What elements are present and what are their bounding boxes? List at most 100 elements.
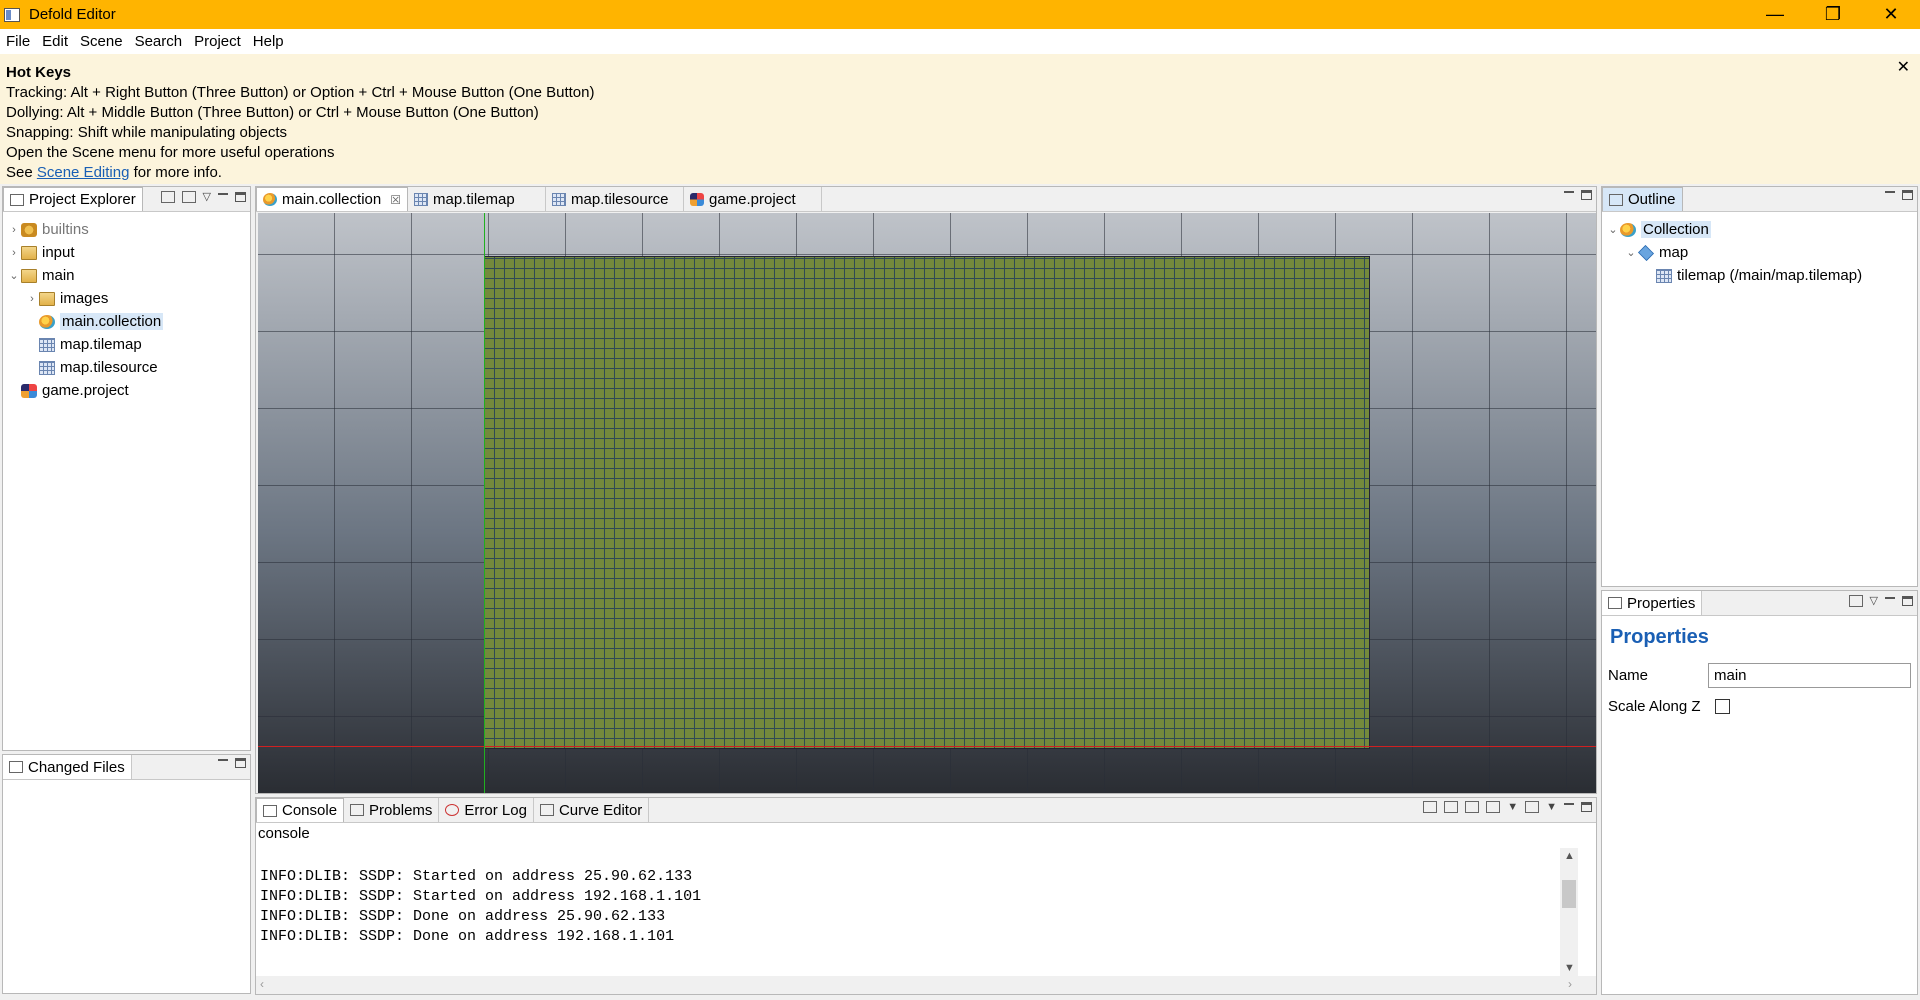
view-menu-icon[interactable]: ▽ [203,190,211,203]
tree-item-label: Collection [1641,221,1711,238]
tree-item[interactable]: map.tilemap [3,333,250,356]
tab-properties[interactable]: Properties [1602,591,1703,615]
collapse-all-icon[interactable] [160,190,175,203]
editor-tab-label: map.tilemap [432,190,515,208]
project-icon [21,383,37,398]
chevron-right-icon[interactable]: › [7,247,21,259]
tree-item[interactable]: › builtins [3,218,250,241]
menu-bar: File Edit Scene Search Project Help [0,29,1920,54]
minimize-panel-icon[interactable] [218,192,228,195]
maximize-panel-icon[interactable] [1581,190,1592,200]
tab-outline[interactable]: Outline [1602,187,1683,211]
console-tab[interactable]: Problems [344,798,440,822]
title-bar: Defold Editor — ❐ ✕ [0,0,1920,29]
pin-properties-icon[interactable] [1848,594,1863,607]
editor-tab[interactable]: map.tilemap [407,187,546,211]
console-horizontal-scrollbar[interactable]: ‹ › [256,976,1596,994]
outline-label: Outline [1628,191,1676,208]
console-output[interactable]: INFO:DLIB: SSDP: Started on address 25.9… [260,867,701,947]
console-tab[interactable]: Console [256,798,345,822]
scroll-right-icon[interactable]: › [1568,977,1572,991]
open-console-icon[interactable] [1525,801,1540,813]
minimize-panel-icon[interactable] [1564,803,1574,805]
minimize-panel-icon[interactable] [1885,191,1895,193]
console-tab[interactable]: Error Log [439,798,534,822]
editor-tab[interactable]: map.tilesource [545,187,684,211]
close-window-button[interactable]: ✕ [1862,0,1920,29]
minimize-panel-icon[interactable] [1564,191,1574,193]
menu-search[interactable]: Search [135,33,183,50]
console-vertical-scrollbar[interactable]: ▲ ▼ [1560,848,1578,976]
scene-editing-link[interactable]: Scene Editing [37,164,130,181]
hotkeys-title: Hot Keys [6,64,72,81]
tree-item[interactable]: tilemap (/main/map.tilemap) [1602,264,1917,287]
maximize-panel-icon[interactable] [1902,190,1913,200]
scale-along-z-checkbox[interactable] [1714,699,1730,714]
tree-item[interactable]: main.collection [3,310,250,333]
menu-edit[interactable]: Edit [42,33,68,50]
chevron-down-icon[interactable]: ⌄ [1624,246,1638,259]
tree-item[interactable]: › input [3,241,250,264]
view-menu-icon[interactable]: ▽ [1870,594,1878,607]
display-console-icon[interactable] [1486,801,1501,813]
scroll-lock-icon[interactable] [1444,801,1459,813]
maximize-panel-icon[interactable] [1902,595,1913,606]
tree-item-label: builtins [42,221,89,238]
chevron-right-icon[interactable]: › [7,224,21,236]
tilemap-render[interactable] [484,256,1370,749]
scale-along-z-label: Scale Along Z [1608,698,1701,715]
menu-help[interactable]: Help [253,33,284,50]
editor-tab[interactable]: main.collection ☒ [256,187,408,211]
close-hotkeys-button[interactable]: ✕ [1897,58,1910,78]
open-console-dropdown-icon[interactable]: ▼ [1546,801,1557,813]
menu-project[interactable]: Project [194,33,241,50]
console-tab[interactable]: Curve Editor [533,798,650,822]
menu-file[interactable]: File [6,33,30,50]
tree-item[interactable]: game.project [3,379,250,402]
minimize-panel-icon[interactable] [1885,596,1895,599]
console-line: INFO:DLIB: SSDP: Started on address 25.9… [260,868,693,885]
tree-item[interactable]: ⌄ main [3,264,250,287]
project-explorer-panel: Project Explorer ▽ › builtins › input ⌄ main ›… [2,186,251,751]
clear-console-icon[interactable] [1423,801,1438,813]
tree-item-label: map.tilesource [60,359,158,376]
link-editor-icon[interactable] [181,190,196,203]
scroll-thumb[interactable] [1562,880,1576,908]
close-tab-icon[interactable]: ☒ [390,193,401,207]
tree-item-label: images [60,290,109,307]
name-label: Name [1608,667,1649,684]
minimize-panel-icon[interactable] [218,759,228,761]
collection-icon [39,314,55,329]
scene-editor-panel: main.collection ☒ map.tilemap map.tilesourc… [255,186,1597,794]
chevron-down-icon[interactable]: ⌄ [1606,223,1620,236]
tree-item[interactable]: map.tilesource [3,356,250,379]
maximize-panel-icon[interactable] [235,191,246,202]
scroll-left-icon[interactable]: ‹ [260,977,264,991]
editor-tab-label: map.tilesource [570,190,669,208]
maximize-panel-icon[interactable] [235,758,246,768]
console-tab-label: Error Log [464,801,527,819]
tree-item[interactable]: › images [3,287,250,310]
scroll-down-icon[interactable]: ▼ [1564,962,1575,974]
name-input[interactable] [1708,663,1911,688]
chevron-right-icon[interactable]: › [25,293,39,305]
restore-button[interactable]: ❐ [1804,0,1862,29]
console-tab-label: Problems [369,801,433,819]
tree-item-label: map.tilemap [60,336,142,353]
tab-changed-files[interactable]: Changed Files [3,755,132,779]
editor-tab[interactable]: game.project [683,187,822,211]
pin-console-icon[interactable] [1465,801,1480,813]
console-tab-label: Curve Editor [558,801,643,819]
maximize-panel-icon[interactable] [1581,802,1592,812]
properties-heading: Properties [1610,626,1709,648]
scroll-up-icon[interactable]: ▲ [1564,850,1575,862]
display-dropdown-icon[interactable]: ▼ [1507,801,1518,813]
tab-project-explorer[interactable]: Project Explorer [3,187,143,211]
chevron-down-icon[interactable]: ⌄ [7,269,21,282]
folder-icon [39,291,55,306]
tree-item[interactable]: ⌄ Collection [1602,218,1917,241]
tree-item[interactable]: ⌄ map [1602,241,1917,264]
scene-viewport[interactable] [258,213,1596,793]
minimize-button[interactable]: — [1746,0,1804,29]
menu-scene[interactable]: Scene [80,33,123,50]
